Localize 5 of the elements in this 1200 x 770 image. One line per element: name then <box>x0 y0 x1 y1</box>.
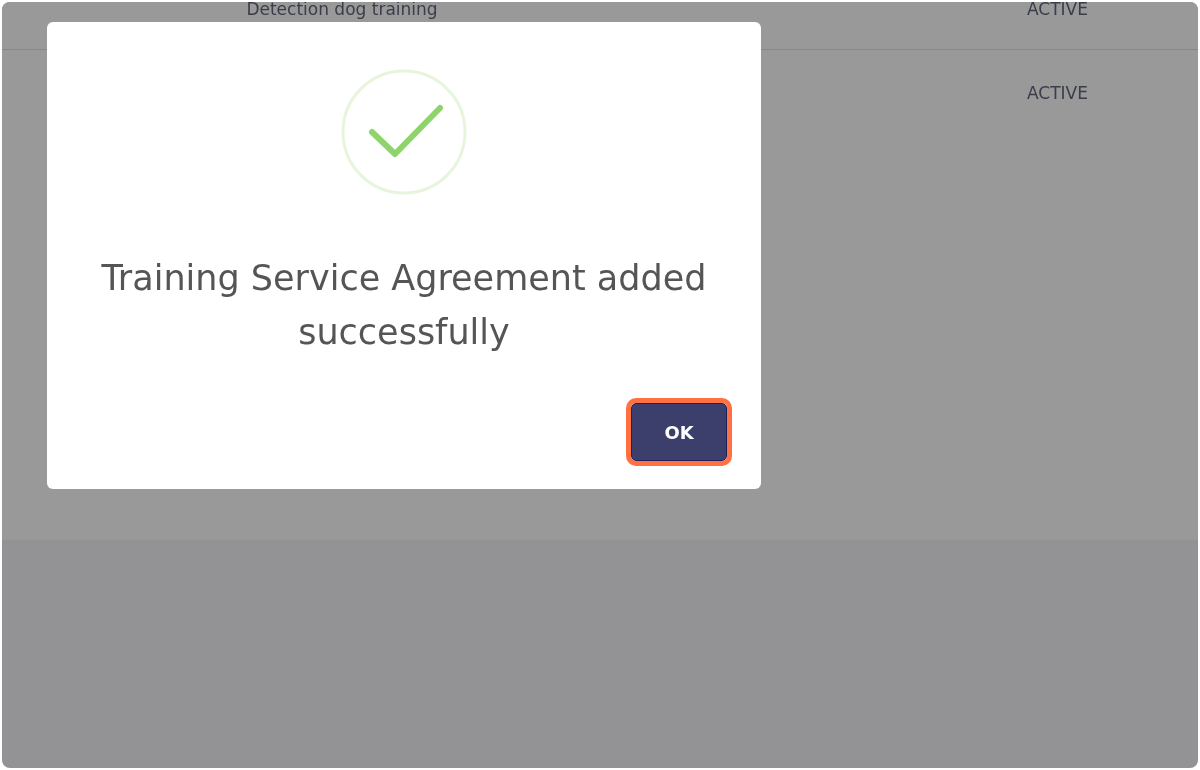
status-cell-text: ACTIVE <box>1027 82 1088 105</box>
status-cell-text: ACTIVE <box>1027 2 1088 21</box>
dialog-message: Training Service Agreement added successfully <box>100 257 708 354</box>
table-cell-text: Detection dog training <box>246 2 438 21</box>
success-check-icon <box>340 68 468 196</box>
